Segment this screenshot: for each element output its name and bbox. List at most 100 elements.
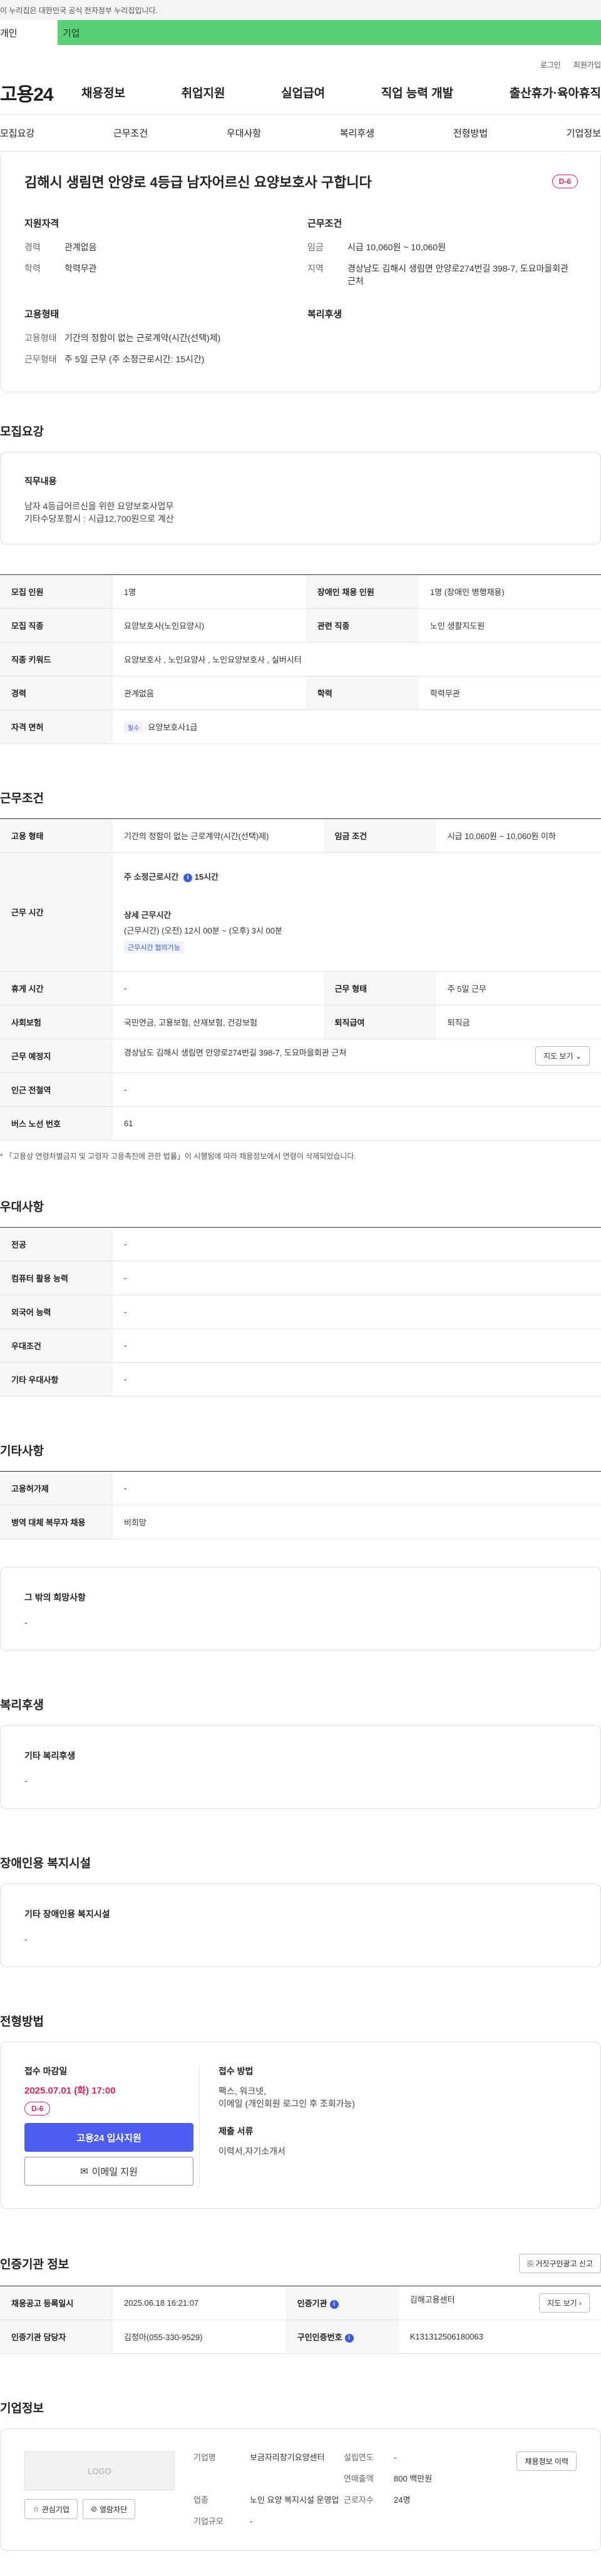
- menu-jobs[interactable]: 채용정보: [81, 84, 125, 101]
- row-value: -: [113, 1471, 601, 1505]
- row-label: 임금 조건: [323, 818, 436, 853]
- row-label: 컴퓨터 활용 능력: [0, 1261, 113, 1295]
- detail-hours-title: 상세 근무시간: [124, 910, 172, 920]
- row-label: 모집 인원: [0, 574, 113, 609]
- org-cell: 김해고용센터 지도 보기 ›: [398, 2286, 601, 2320]
- row-label: 경력: [0, 676, 113, 710]
- row-value: 퇴직금: [436, 1005, 601, 1039]
- menu-unemployment[interactable]: 실업급여: [281, 84, 325, 101]
- recruit-section-title: 모집요강: [0, 425, 44, 439]
- history-button[interactable]: 채용정보 이력: [516, 2451, 577, 2471]
- hours-cell: 주 소정근로시간 i 15시간 상세 근무시간 (근무시간) (오전) 12시 …: [113, 852, 601, 972]
- company-actions: ☆ 관심기업 ⊘ 열람차단: [24, 2499, 175, 2519]
- table-row: 채용공고 등록일시 2025.06.18 16:21:07 인증기관 i 김해고용…: [0, 2286, 601, 2320]
- company-industry-label: 업종: [193, 2495, 208, 2505]
- recruit-table: 모집 인원 1명 장애인 채용 인원 1명 (장애인 병행채용) 모집 직종 요…: [0, 574, 601, 744]
- site-logo[interactable]: 고용24: [0, 79, 81, 106]
- career-value: 관계없음: [64, 242, 97, 252]
- tab-selection[interactable]: 전형방법: [453, 126, 488, 140]
- company-year-value: -: [394, 2453, 397, 2462]
- menu-training[interactable]: 직업 능력 개발: [381, 84, 453, 101]
- row-label: 외국어 능력: [0, 1295, 113, 1329]
- row-label: 병역 대체 복무자 채용: [0, 1505, 113, 1539]
- info-icon[interactable]: i: [344, 2333, 354, 2343]
- id-label: 구인인증번호: [297, 2333, 342, 2342]
- star-icon: ☆: [33, 2505, 39, 2513]
- row-label: 고용 형태: [0, 818, 113, 853]
- apply-button[interactable]: 고용24 입사지원: [24, 2123, 193, 2152]
- conditions-summary: 근무조건 임금 시급 10,060원 ~ 10,060원 지역 경상남도 김해시 생…: [307, 216, 578, 296]
- table-row: 병역 대체 복무자 채용 비희망: [0, 1505, 601, 1539]
- welfare-box-value: -: [24, 1776, 28, 1786]
- qualification-title: 지원자격: [24, 218, 59, 229]
- duty-title: 직무내용: [24, 476, 57, 486]
- block-button[interactable]: ⊘ 열람차단: [82, 2499, 136, 2519]
- apply-left: 접수 마감일 2025.07.01 (화) 17:00 D-6 고용24 입사지…: [24, 2065, 200, 2186]
- apply-right: 접수 방법 팩스, 워크넷, 이메일 (개인회원 로그인 후 조회가능) 제출 …: [200, 2065, 577, 2186]
- menu-parental-leave[interactable]: 출산휴가·육아휴직: [510, 84, 601, 101]
- row-value: 김정아(055-330-9529): [113, 2319, 286, 2354]
- anchor-tabs: 모집요강 근무조건 우대사항 복리후생 전형방법 기업정보: [0, 115, 601, 151]
- row-label: 장애인 채용 인원: [306, 574, 419, 609]
- row-value: 기간의 정함이 없는 근로계약(시간(선택)제): [113, 818, 324, 853]
- personal-tab[interactable]: 개인: [0, 20, 58, 45]
- company-logo: LOGO: [24, 2451, 175, 2490]
- tab-welfare[interactable]: 복리후생: [340, 126, 374, 140]
- job-summary-card: 김해시 생림면 안양로 4등급 남자어르신 요양보호사 구합니다 D-6 지원자…: [0, 155, 601, 392]
- company-label: 기업: [63, 28, 80, 39]
- table-row: 컴퓨터 활용 능력 -: [0, 1261, 601, 1295]
- weekly-hours-label: 주 소정근로시간: [124, 872, 179, 882]
- disability-section-title: 장애인용 복지시설: [0, 1857, 91, 1870]
- required-tag: 필수: [124, 721, 143, 733]
- email-apply-button[interactable]: ✉ 이메일 지원: [24, 2157, 193, 2186]
- dday-badge: D-6: [552, 175, 578, 188]
- table-row: 기타 우대사항 -: [0, 1362, 601, 1397]
- favorite-button[interactable]: ☆ 관심기업: [24, 2499, 78, 2519]
- company-sales-label: 연매출액: [344, 2474, 374, 2483]
- info-icon[interactable]: i: [183, 873, 192, 882]
- preferences-section-title: 우대사항: [0, 1201, 44, 1214]
- row-value: 비희망: [113, 1505, 601, 1539]
- tab-conditions[interactable]: 근무조건: [113, 126, 148, 140]
- job-title-row: 김해시 생림면 안양로 4등급 남자어르신 요양보호사 구합니다 D-6: [24, 171, 578, 191]
- company-size-label: 기업규모: [193, 2517, 223, 2526]
- tab-recruit[interactable]: 모집요강: [0, 126, 34, 140]
- menu-employment-support[interactable]: 취업지원: [182, 84, 225, 101]
- row-value: 노인 생활지도원: [418, 608, 601, 643]
- tab-company[interactable]: 기업정보: [567, 126, 601, 140]
- row-label: 학력: [306, 676, 419, 710]
- qualification-section: 지원자격 경력 관계없음 학력 학력무관: [24, 216, 295, 296]
- employment-title: 고용형태: [24, 309, 59, 320]
- other-wishes-box: 그 밖의 희망사항 -: [0, 1567, 601, 1651]
- company-tab[interactable]: 기업: [58, 20, 601, 45]
- login-link[interactable]: 로그인: [540, 59, 561, 70]
- table-row: 모집 직종 요양보호사(노인요양시) 관련 직종 노인 생활지도원: [0, 608, 601, 643]
- license-value: 요양보호사1급: [148, 722, 198, 732]
- row-label: 고용허가제: [0, 1471, 113, 1505]
- row-label: 기타 우대사항: [0, 1362, 113, 1397]
- block-label: 열람차단: [100, 2505, 128, 2514]
- wage-value: 시급 10,060원 ~ 10,060원: [347, 242, 446, 252]
- more-button[interactable]: 지도 보기 ›: [539, 2293, 590, 2313]
- tab-preferences[interactable]: 우대사항: [227, 126, 261, 140]
- row-value: 2025.06.18 16:21:07: [113, 2286, 286, 2320]
- method-value-1: 팩스, 워크넷,: [218, 2086, 267, 2096]
- row-label: 자격 면허: [0, 710, 113, 744]
- row-value: -: [113, 1362, 601, 1397]
- company-year-label: 설립연도: [344, 2453, 374, 2462]
- company-name-value: 보금자리장기요양센터: [250, 2453, 325, 2462]
- emptype-label: 고용형태: [24, 333, 57, 343]
- row-label: 전공: [0, 1227, 113, 1261]
- deadline-title: 접수 마감일: [24, 2066, 68, 2076]
- row-label: 사회보험: [0, 1005, 113, 1039]
- join-link[interactable]: 회원가입: [573, 59, 601, 70]
- dday-badge: D-6: [24, 2102, 51, 2115]
- company-industry-value: 노인 요양 복지시설 운영업: [250, 2495, 339, 2505]
- company-staff-value: 24명: [394, 2495, 411, 2505]
- row-label: 관련 직종: [306, 608, 419, 643]
- map-view-button[interactable]: 지도 보기 ⌄: [535, 1046, 590, 1066]
- row-label: 근무 예정지: [0, 1039, 113, 1073]
- welfare-section-title: 복리후생: [0, 1699, 44, 1712]
- report-button[interactable]: ⎘ 거짓구인광고 신고: [519, 2254, 601, 2273]
- info-icon[interactable]: i: [329, 2299, 339, 2309]
